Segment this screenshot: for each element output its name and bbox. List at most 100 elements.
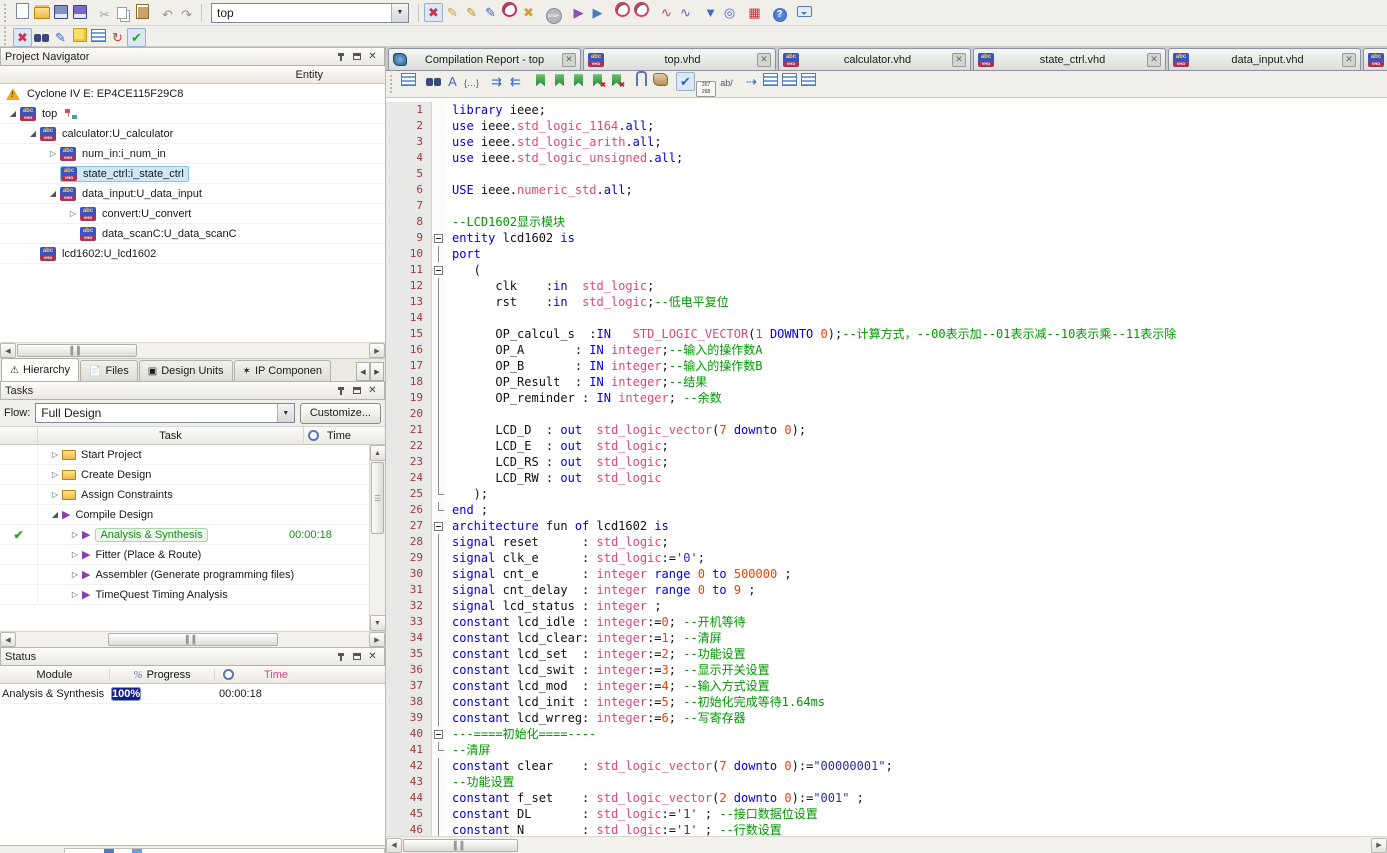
fold-margin[interactable]	[432, 422, 446, 438]
fold-margin[interactable]	[432, 614, 446, 630]
code-line[interactable]: 25 );	[386, 486, 1387, 502]
code-line[interactable]: 34constant lcd_clear: integer:=1; --清屏	[386, 630, 1387, 646]
chip-planner-icon[interactable]: ▦	[745, 3, 764, 22]
editor-tab-data-input-vhd[interactable]: abcVHDdata_input.vhd✕	[1168, 48, 1361, 70]
flow-selector[interactable]: Full Design ▼	[35, 403, 295, 423]
feedback-icon[interactable]	[795, 2, 814, 21]
assignment-editor-icon[interactable]: ✎	[443, 3, 462, 22]
code-line[interactable]: 20	[386, 406, 1387, 422]
fold-margin[interactable]	[432, 790, 446, 806]
fold-margin[interactable]	[432, 742, 446, 758]
code-line[interactable]: 45constant DL : std_logic:='1' ; --接口数据位…	[386, 806, 1387, 822]
customize-button[interactable]: Customize...	[300, 403, 381, 424]
close-icon[interactable]: ✕	[1342, 53, 1356, 67]
doc-settings-icon[interactable]	[399, 70, 418, 89]
notes-icon[interactable]	[70, 25, 89, 44]
tree-item[interactable]: Cyclone IV E: EP4CE115F29C8	[0, 84, 385, 104]
status-row[interactable]: Analysis & Synthesis 100% 00:00:18	[0, 684, 385, 704]
fold-margin[interactable]	[432, 326, 446, 342]
code-line[interactable]: 2use ieee.std_logic_1164.all;	[386, 118, 1387, 134]
scroll-up-icon[interactable]: ▲	[370, 445, 386, 461]
fold-margin[interactable]	[432, 454, 446, 470]
scroll-right-icon[interactable]: ▶	[369, 343, 385, 358]
code-line[interactable]: 16 OP_A : IN integer;--输入的操作数A	[386, 342, 1387, 358]
code-line[interactable]: 9entity lcd1602 is	[386, 230, 1387, 246]
design-clock-icon[interactable]	[500, 0, 519, 19]
task-column-header[interactable]: Task	[38, 430, 303, 442]
stop-icon[interactable]	[544, 6, 563, 25]
tree-item[interactable]: abcVHDstate_ctrl:i_state_ctrl	[0, 164, 385, 184]
fold-margin[interactable]	[432, 374, 446, 390]
netlist-viewer-icon[interactable]: ◎	[720, 3, 739, 22]
close-icon[interactable]: ✕	[365, 650, 380, 664]
messages-icon[interactable]	[89, 26, 108, 45]
toolbar-grip-3[interactable]	[390, 75, 394, 93]
close-icon[interactable]: ✕	[1147, 53, 1161, 67]
code-line[interactable]: 8--LCD1602显示模块	[386, 214, 1387, 230]
programmer-icon[interactable]: ▼	[701, 3, 720, 22]
fold-margin[interactable]	[432, 310, 446, 326]
code-line[interactable]: 28signal reset : std_logic;	[386, 534, 1387, 550]
fold-collapse-icon[interactable]	[434, 234, 443, 243]
fold-margin[interactable]	[432, 150, 446, 166]
collapse-icon[interactable]: ◢	[46, 189, 60, 198]
tree-item[interactable]: ◢abcVHDtop	[0, 104, 385, 124]
fold-margin[interactable]	[432, 710, 446, 726]
undo-icon[interactable]: ↶	[158, 5, 177, 24]
code-line[interactable]: 10port	[386, 246, 1387, 262]
code-line[interactable]: 12 clk :in std_logic;	[386, 278, 1387, 294]
task-row[interactable]: ▷▶Fitter (Place & Route)	[0, 545, 369, 565]
fold-margin[interactable]	[432, 470, 446, 486]
find-icon[interactable]	[32, 28, 51, 47]
expand-icon[interactable]: ▷	[68, 570, 82, 579]
task-row[interactable]: ◢▶Compile Design	[0, 505, 369, 525]
tree-item[interactable]: abcVHDlcd1602:U_lcd1602	[0, 244, 385, 264]
code-line[interactable]: 30signal cnt_e : integer range 0 to 5000…	[386, 566, 1387, 582]
fold-collapse-icon[interactable]	[434, 266, 443, 275]
tasks-hscrollbar[interactable]: ◀ ▌▌ ▶	[0, 631, 385, 647]
code-line[interactable]: 44constant f_set : std_logic_vector(2 do…	[386, 790, 1387, 806]
fold-margin[interactable]	[432, 646, 446, 662]
code-line[interactable]: 19 OP_reminder : IN integer; --余数	[386, 390, 1387, 406]
code-line[interactable]: 27architecture fun of lcd1602 is	[386, 518, 1387, 534]
fold-margin[interactable]	[432, 214, 446, 230]
code-line[interactable]: 21 LCD_D : out std_logic_vector(7 downto…	[386, 422, 1387, 438]
task-row[interactable]: ▷Assign Constraints	[0, 485, 369, 505]
indent-icon[interactable]: ⇉	[487, 72, 506, 91]
pin-assignment-icon[interactable]: ✎	[462, 3, 481, 22]
editor-tab-partial[interactable]: abcVHD	[1363, 48, 1387, 70]
time-column-header[interactable]: Time	[215, 669, 385, 681]
code-line[interactable]: 33constant lcd_idle : integer:=0; --开机等待	[386, 614, 1387, 630]
line-count-badge[interactable]: 267268	[695, 80, 717, 99]
compilation-dashboard-icon[interactable]: ✖	[13, 28, 32, 47]
bookmark-next-icon[interactable]	[550, 71, 569, 90]
pin-icon[interactable]	[333, 384, 348, 398]
scrollbar-thumb[interactable]: ▌▌	[108, 633, 278, 646]
task-row[interactable]: ▷Start Project	[0, 445, 369, 465]
code-line[interactable]: 43--功能设置	[386, 774, 1387, 790]
fold-margin[interactable]	[432, 662, 446, 678]
fold-margin[interactable]	[432, 758, 446, 774]
code-line[interactable]: 36constant lcd_swit : integer:=3; --显示开关…	[386, 662, 1387, 678]
tab-scroll-right-icon[interactable]: ▶	[370, 362, 384, 381]
code-line[interactable]: 3use ieee.std_logic_arith.all;	[386, 134, 1387, 150]
scroll-right-icon[interactable]: ▶	[369, 632, 385, 647]
scrollbar-thumb[interactable]: ☰	[371, 462, 384, 534]
verify-doc-icon[interactable]: ✔	[127, 28, 146, 47]
fold-margin[interactable]	[432, 678, 446, 694]
fold-margin[interactable]	[432, 534, 446, 550]
chevron-down-icon[interactable]: ▼	[391, 4, 408, 22]
replace-icon[interactable]: A	[443, 72, 462, 91]
redo-icon[interactable]: ↷	[177, 5, 196, 24]
entity-column-header[interactable]: Entity	[0, 66, 385, 84]
chevron-down-icon[interactable]: ▼	[277, 404, 294, 422]
code-line[interactable]: 5	[386, 166, 1387, 182]
tree-item[interactable]: ◢abcVHDcalculator:U_calculator	[0, 124, 385, 144]
fold-margin[interactable]	[432, 182, 446, 198]
fold-margin[interactable]	[432, 230, 446, 246]
time-column-header[interactable]: Time	[303, 427, 385, 444]
simulation-run-icon[interactable]: ∿	[676, 3, 695, 22]
task-row[interactable]: ✔▷▶Analysis & Synthesis00:00:18	[0, 525, 369, 545]
fold-margin[interactable]	[432, 102, 446, 118]
bookmark-delete-all-icon[interactable]: ✖	[607, 71, 626, 90]
